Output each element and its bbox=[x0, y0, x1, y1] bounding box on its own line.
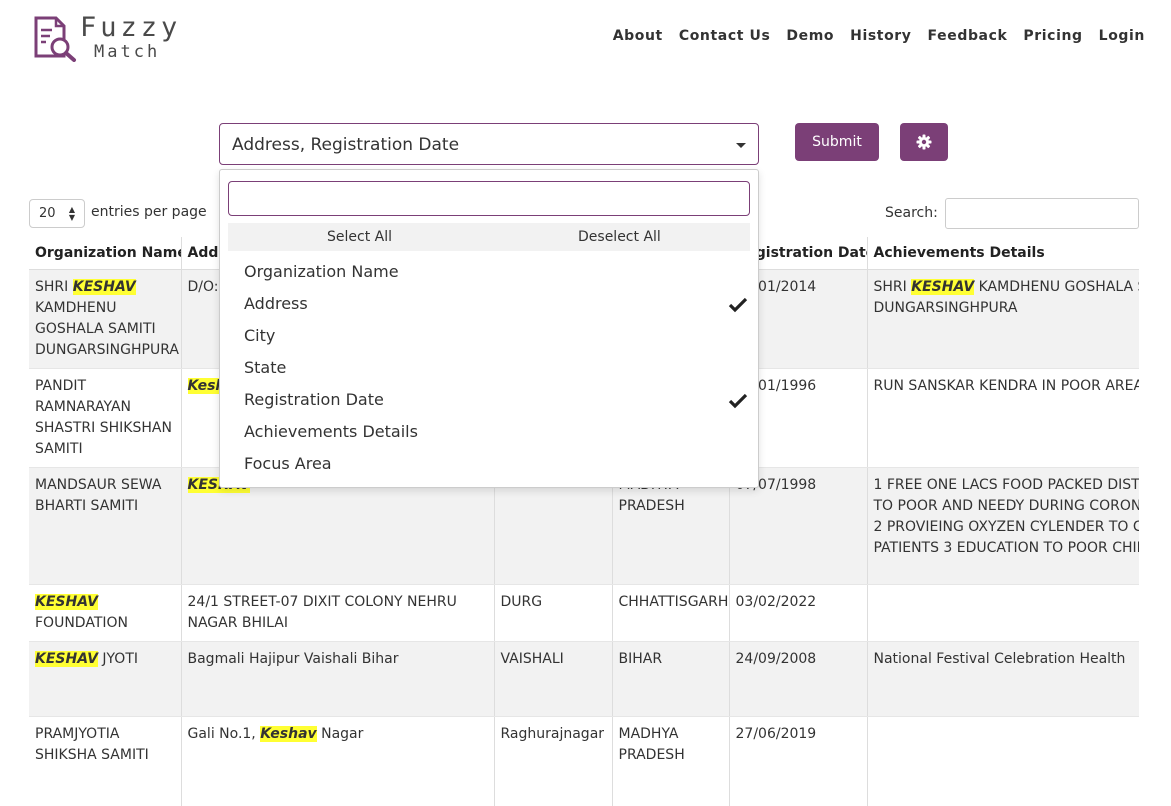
checkmark-icon bbox=[728, 297, 748, 313]
column-option-organization-name[interactable]: Organization Name bbox=[244, 262, 399, 281]
cell-text: PRAMJYOTIA SHIKSHA SAMITI bbox=[35, 726, 149, 763]
column-header-achievements-details[interactable]: Achievements Details bbox=[867, 237, 1139, 270]
document-search-icon bbox=[34, 16, 76, 62]
entries-per-page-value: 20 bbox=[39, 206, 56, 221]
logo-text-match: Match bbox=[94, 42, 161, 62]
table-cell: BIHAR bbox=[612, 641, 730, 717]
table-cell: KESHAV JYOTI bbox=[29, 641, 182, 717]
column-multiselect[interactable]: Address, Registration Date bbox=[219, 123, 759, 165]
cell-text: 27/06/2019 bbox=[735, 726, 817, 742]
column-option-address[interactable]: Address bbox=[244, 294, 308, 313]
nav-feedback[interactable]: Feedback bbox=[928, 28, 1008, 44]
table-cell bbox=[867, 584, 1139, 642]
cell-text: 1 FREE ONE LACS FOOD PACKED DISTRIBUTION… bbox=[873, 477, 1140, 556]
table-cell: SHRI KESHAV KAMDHENU GOSHALA SAMITI DUNG… bbox=[867, 269, 1139, 369]
table-cell: Raghurajnagar bbox=[494, 716, 613, 806]
cell-text: SHRI bbox=[873, 279, 912, 295]
table-row[interactable]: KESHAV JYOTI Bagmali Hajipur Vaishali Bih… bbox=[29, 641, 1139, 717]
checkmark-icon bbox=[728, 393, 748, 409]
cell-text: MANDSAUR SEWA BHARTI SAMITI bbox=[35, 477, 162, 514]
table-row[interactable]: PRAMJYOTIA SHIKSHA SAMITI Gali No.1, Kesh… bbox=[29, 716, 1139, 806]
nav-pricing[interactable]: Pricing bbox=[1023, 28, 1082, 44]
cell-text: KAMDHENU GOSHALA SAMITI DUNGARSINGHPURA bbox=[35, 300, 179, 358]
settings-button[interactable] bbox=[900, 123, 948, 161]
table-cell: MADHYA PRADESH bbox=[612, 716, 730, 806]
table-cell: Gali No.1, Keshav Nagar bbox=[181, 716, 495, 806]
highlighted-match: KESHAV bbox=[35, 651, 98, 667]
cell-text: FOUNDATION bbox=[35, 615, 128, 631]
cell-text: MADHYA PRADESH bbox=[618, 726, 685, 763]
table-cell: KESHAV FOUNDATION bbox=[29, 584, 182, 642]
table-cell bbox=[867, 716, 1139, 806]
cell-text: Bagmali Hajipur Vaishali Bihar bbox=[187, 651, 399, 667]
nav-login[interactable]: Login bbox=[1099, 28, 1145, 44]
highlighted-match: Keshav bbox=[260, 726, 317, 742]
cell-text: BIHAR bbox=[618, 651, 663, 667]
nav-history[interactable]: History bbox=[850, 28, 911, 44]
select-all-button[interactable]: Select All bbox=[327, 229, 392, 245]
table-cell: 1 FREE ONE LACS FOOD PACKED DISTRIBUTION… bbox=[867, 467, 1140, 585]
logo-text-fuzzy: Fuzzy bbox=[80, 12, 182, 43]
table-cell: National Festival Celebration Health bbox=[867, 641, 1139, 717]
column-option-focus-area[interactable]: Focus Area bbox=[244, 454, 332, 473]
fuzzy-match-logo[interactable]: Fuzzy Match bbox=[30, 12, 200, 64]
cell-text: VAISHALI bbox=[500, 651, 564, 667]
cell-text: 24/1 STREET-07 DIXIT COLONY NEHRU NAGAR … bbox=[187, 594, 457, 631]
entries-per-page-label: entries per page bbox=[91, 204, 207, 220]
nav-demo[interactable]: Demo bbox=[786, 28, 834, 44]
table-cell: MANDSAUR SEWA BHARTI SAMITI bbox=[29, 467, 182, 585]
column-option-city[interactable]: City bbox=[244, 326, 275, 345]
entries-per-page-select[interactable]: 20 ▲ ▼ bbox=[29, 199, 85, 228]
dropdown-actions: Select All Deselect All bbox=[228, 223, 750, 251]
column-dropdown-panel: Select All Deselect All Organization Nam… bbox=[219, 169, 759, 488]
table-cell: 03/02/2022 bbox=[729, 584, 868, 642]
table-cell: DURG bbox=[494, 584, 613, 642]
cell-text: JYOTI bbox=[97, 651, 139, 667]
table-row[interactable]: KESHAV FOUNDATION 24/1 STREET-07 DIXIT CO… bbox=[29, 584, 1139, 642]
table-search-input[interactable] bbox=[945, 198, 1139, 229]
column-header-organization-name[interactable]: Organization Name bbox=[29, 237, 182, 270]
table-cell: VAISHALI bbox=[494, 641, 613, 717]
cell-text: CHHATTISGARH bbox=[618, 594, 729, 610]
cell-text: DURG bbox=[500, 594, 543, 610]
column-multiselect-value: Address, Registration Date bbox=[232, 135, 460, 155]
table-cell: RUN SANSKAR KENDRA IN POOR AREA bbox=[867, 368, 1140, 468]
cell-text: Nagar bbox=[316, 726, 364, 742]
cell-text: National Festival Celebration Health bbox=[873, 651, 1126, 667]
cell-text: 24/09/2008 bbox=[735, 651, 817, 667]
cell-text: Raghurajnagar bbox=[500, 726, 605, 742]
table-cell: PRAMJYOTIA SHIKSHA SAMITI bbox=[29, 716, 182, 806]
cell-text: RUN SANSKAR KENDRA IN POOR AREA bbox=[873, 378, 1140, 394]
caret-down-icon bbox=[736, 143, 746, 148]
column-option-achievements-details[interactable]: Achievements Details bbox=[244, 422, 418, 441]
cell-text: PANDIT RAMNARAYAN SHASTRI SHIKSHAN SAMIT… bbox=[35, 378, 172, 457]
table-cell: SHRI KESHAV KAMDHENU GOSHALA SAMITI DUNG… bbox=[29, 269, 182, 369]
table-cell: 24/1 STREET-07 DIXIT COLONY NEHRU NAGAR … bbox=[181, 584, 495, 642]
table-cell: 24/09/2008 bbox=[729, 641, 868, 717]
nav-about[interactable]: About bbox=[613, 28, 663, 44]
main-nav: About Contact Us Demo History Feedback P… bbox=[613, 28, 1145, 44]
highlighted-match: KESHAV bbox=[35, 594, 98, 610]
gear-icon bbox=[916, 134, 932, 150]
highlighted-match: KESHAV bbox=[911, 279, 975, 295]
cell-text: Gali No.1, bbox=[187, 726, 261, 742]
cell-text: SHRI bbox=[35, 279, 73, 295]
deselect-all-button[interactable]: Deselect All bbox=[578, 229, 661, 245]
column-option-state[interactable]: State bbox=[244, 358, 286, 377]
table-cell: PANDIT RAMNARAYAN SHASTRI SHIKSHAN SAMIT… bbox=[29, 368, 182, 468]
nav-contact-us[interactable]: Contact Us bbox=[679, 28, 771, 44]
highlighted-match: KESHAV bbox=[72, 279, 136, 295]
column-option-registration-date[interactable]: Registration Date bbox=[244, 390, 384, 409]
table-cell: CHHATTISGARH bbox=[612, 584, 730, 642]
up-down-arrows-icon: ▲ ▼ bbox=[68, 205, 75, 222]
cell-text: 03/02/2022 bbox=[735, 594, 817, 610]
search-label: Search: bbox=[885, 205, 938, 221]
table-cell: 27/06/2019 bbox=[729, 716, 868, 806]
submit-button[interactable]: Submit bbox=[795, 123, 879, 161]
column-filter-input[interactable] bbox=[228, 181, 750, 216]
table-cell: Bagmali Hajipur Vaishali Bihar bbox=[181, 641, 495, 717]
